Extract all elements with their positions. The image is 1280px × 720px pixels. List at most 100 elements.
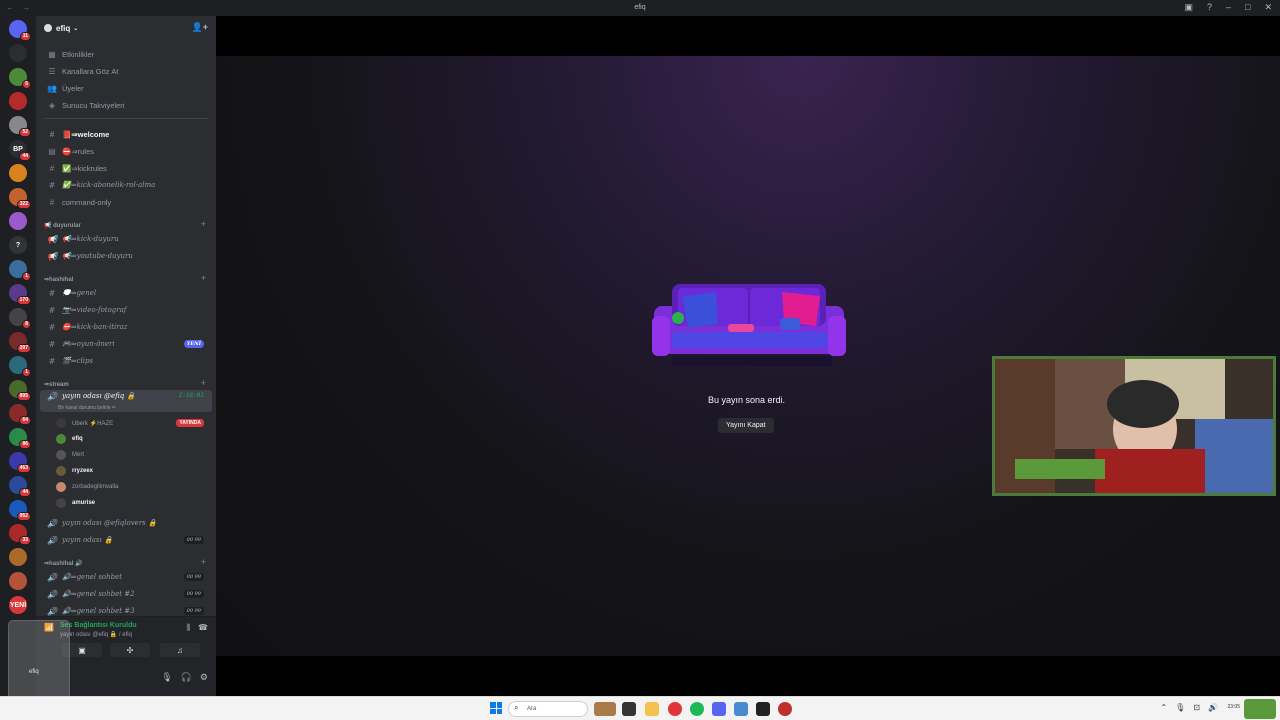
maximize-button[interactable]: □ — [1245, 2, 1250, 13]
channel-genel[interactable]: # 💭⇒genel — [40, 285, 212, 301]
clock[interactable]: 23:05 — [1227, 704, 1240, 710]
category-hashihal-voice[interactable]: ⇒hashihal 🔊 — [44, 560, 83, 567]
server-icon[interactable]: 64 — [9, 404, 31, 425]
opera-icon[interactable] — [668, 702, 682, 716]
channel-clips[interactable]: # 🎬⇒clips — [40, 353, 212, 369]
voice-channel[interactable]: 🔊 🔊⇒genel sohbet 00 99 — [40, 569, 212, 585]
settings-app-icon[interactable] — [734, 702, 748, 716]
server-icon[interactable]: 5 — [9, 68, 31, 89]
stream-ended-message: Bu yayın sona erdi. — [708, 395, 786, 405]
channel-status[interactable]: Bir kanal durumu belirle ✏ — [58, 405, 116, 411]
voice-channel[interactable]: 🔊 yayın odası @efiqlovers 🔒 — [40, 515, 212, 531]
server-icon[interactable]: 463 — [9, 452, 31, 473]
volume-icon[interactable]: 🔊 — [1208, 703, 1218, 712]
channel-oyun-oneri[interactable]: # 🎮⇒oyun-öneri YENİ — [40, 336, 212, 352]
task-view-icon[interactable] — [622, 702, 636, 716]
voice-user[interactable]: Uberk ⚡HAZE YAYINDA — [56, 416, 208, 430]
server-icon[interactable]: 8 — [9, 308, 31, 329]
voice-user[interactable]: efiq — [56, 432, 208, 446]
channel-kick-duyuru[interactable]: 📢 📢⇒kick-duyuru — [40, 231, 212, 247]
close-button[interactable]: ✕ — [1264, 2, 1272, 13]
server-icon[interactable]: 895 — [9, 380, 31, 401]
server-icon[interactable]: ? — [9, 236, 27, 254]
minimize-button[interactable]: – — [1226, 2, 1231, 13]
disconnect-icon[interactable]: ☎ — [198, 623, 208, 632]
channel-welcome[interactable]: # 📕⇒welcome — [40, 126, 212, 142]
voice-user[interactable]: Mert — [56, 448, 208, 462]
user-controls: 🎙 🎧 ⚙ — [161, 672, 208, 683]
close-stream-button[interactable]: Yayını Kapat — [718, 418, 774, 433]
discord-icon[interactable] — [712, 702, 726, 716]
server-icon[interactable]: 170 — [9, 284, 31, 305]
noise-suppression-icon[interactable]: ⫼ — [186, 623, 190, 633]
server-icon[interactable]: 952 — [9, 500, 31, 521]
file-explorer-icon[interactable] — [645, 702, 659, 716]
channel-rules[interactable]: ▤ ⛔⇒rules — [40, 143, 212, 159]
server-icon[interactable] — [9, 212, 27, 230]
voice-user[interactable]: amurise — [56, 496, 208, 510]
menu-browse-channels[interactable]: ☰ Kanallara Göz At — [40, 63, 212, 79]
server-icon[interactable]: 322 — [9, 188, 31, 209]
channel-video-fotograf[interactable]: # 📷⇒video-fotograf — [40, 302, 212, 318]
channel-kick-ban-itiraz[interactable]: # ⛔⇒kick-ban-itiraz — [40, 319, 212, 335]
user-avatar[interactable] — [1244, 699, 1276, 719]
help-icon[interactable]: ? — [1207, 2, 1212, 13]
title-bar: ← → efiq ▣ ? – □ ✕ — [0, 0, 1280, 16]
obs-icon[interactable] — [756, 702, 770, 716]
voice-status[interactable]: Ses Bağlantısı Kuruldu — [60, 622, 137, 629]
guild-header[interactable]: efiq ⌄ 👤+ — [36, 16, 216, 40]
mention-badge: 322 — [16, 200, 31, 209]
menu-boosts[interactable]: ◈ Sunucu Takviyeleri — [40, 97, 212, 113]
headphones-icon[interactable]: 🎧 — [181, 672, 192, 683]
widgets-icon[interactable] — [594, 702, 616, 716]
channel-kick-abonelik[interactable]: # ✅⇒kick-abonelik-rol-alma — [40, 177, 212, 193]
add-channel-icon[interactable]: + — [201, 378, 206, 388]
server-icon[interactable]: 297 — [9, 332, 31, 353]
hash-icon: # — [49, 129, 55, 139]
voice-user[interactable]: rryzeex — [56, 464, 208, 478]
inbox-icon[interactable]: ▣ — [1184, 2, 1193, 13]
server-icon[interactable] — [9, 164, 27, 182]
server-icon[interactable] — [9, 44, 27, 62]
server-icon[interactable]: YENİ — [9, 596, 27, 614]
server-icon[interactable] — [9, 548, 27, 566]
menu-events[interactable]: ▦ Etkinlikler — [40, 46, 212, 62]
server-icon[interactable]: 1 — [9, 260, 31, 281]
category-stream[interactable]: ⇒stream — [44, 381, 69, 388]
activities-button[interactable]: ✣ — [110, 643, 150, 657]
taskbar-search[interactable]: Ara — [508, 701, 588, 717]
invite-icon[interactable]: 👤+ — [192, 22, 208, 33]
mention-badge: 463 — [16, 464, 31, 473]
voice-channel[interactable]: 🔊 yayın odası 🔒 00 99 — [40, 532, 212, 548]
add-channel-icon[interactable]: + — [201, 273, 206, 283]
server-icon[interactable]: 1 — [9, 356, 31, 377]
server-icon[interactable] — [9, 572, 27, 590]
category-hashihal[interactable]: ⇒hashihal — [44, 276, 73, 283]
category-duyurular[interactable]: 📢 duyurular — [44, 222, 81, 229]
channel-youtube-duyuru[interactable]: 📢 📢⇒youtube-duyuru — [40, 248, 212, 264]
channel-kickrules[interactable]: # ✅⇒kickrules — [40, 160, 212, 176]
server-icon[interactable]: 52 — [9, 116, 31, 137]
voice-user[interactable]: zorbadegilimvalla — [56, 480, 208, 494]
voice-channel[interactable]: 🔊 🔊⇒genel sohbet #2 00 99 — [40, 586, 212, 602]
server-icon[interactable] — [9, 92, 27, 110]
settings-icon[interactable]: ⚙ — [200, 672, 208, 683]
network-icon[interactable]: ⊡ — [1193, 703, 1200, 712]
server-icon[interactable]: 86 — [9, 428, 31, 449]
channel-command-only[interactable]: # command-only — [40, 194, 212, 210]
menu-members[interactable]: 👥 Üyeler — [40, 80, 212, 96]
chevron-up-icon[interactable]: ⌃ — [1160, 703, 1167, 712]
mic-tray-icon[interactable]: 🎙 — [1175, 703, 1185, 712]
add-channel-icon[interactable]: + — [201, 557, 206, 567]
microphone-icon[interactable]: 🎙 — [161, 672, 172, 683]
app-icon[interactable] — [778, 702, 792, 716]
server-icon[interactable]: 44 — [9, 476, 31, 497]
start-icon[interactable] — [490, 702, 502, 714]
server-icon[interactable]: BP 44 — [9, 140, 31, 161]
server-icon[interactable]: 33 — [9, 524, 31, 545]
server-icon[interactable]: 11 — [9, 20, 31, 41]
add-channel-icon[interactable]: + — [201, 219, 206, 229]
user-count: 00 99 — [183, 536, 204, 544]
soundboard-button[interactable]: ♫ — [160, 643, 200, 657]
spotify-icon[interactable] — [690, 702, 704, 716]
